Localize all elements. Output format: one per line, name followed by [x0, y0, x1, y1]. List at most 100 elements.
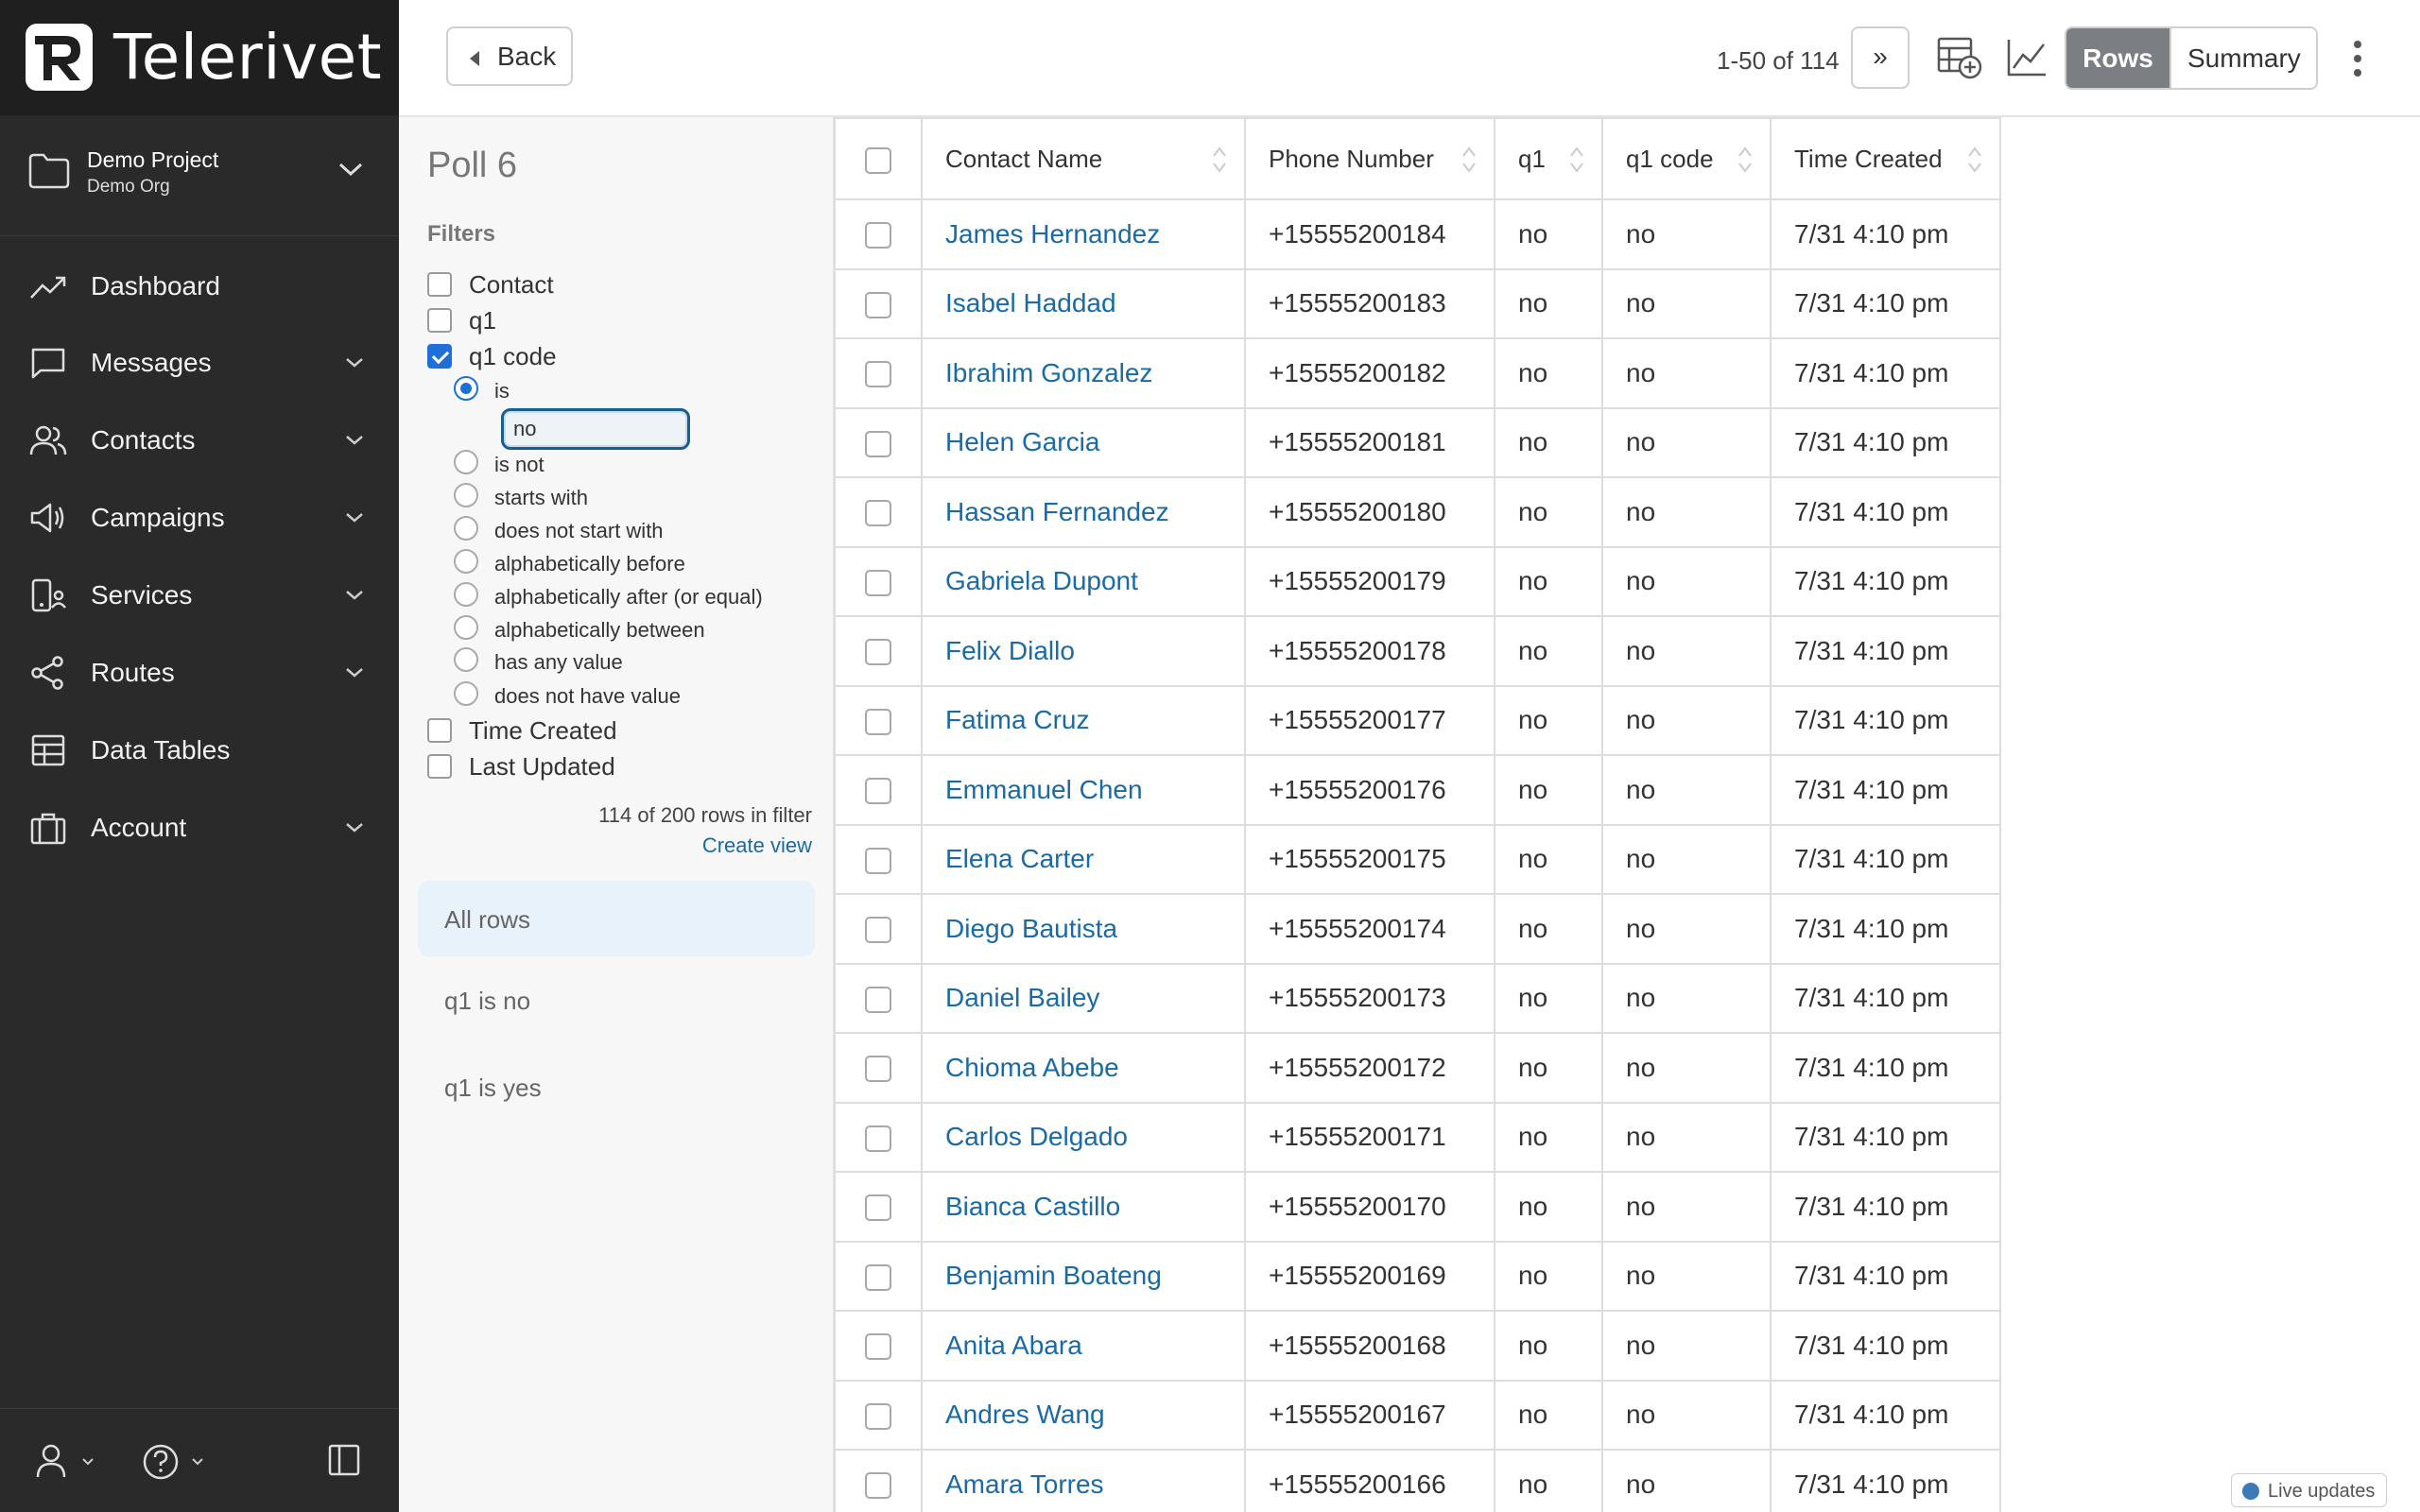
row-checkbox[interactable] — [865, 1402, 891, 1430]
table-row[interactable]: Benjamin Boateng +15555200169 no no 7/31 4:1… — [834, 1240, 2001, 1312]
view-all-rows[interactable]: All rows — [418, 881, 815, 956]
nav-contacts[interactable]: Contacts — [0, 407, 399, 473]
table-row[interactable]: James Hernandez +15555200184 no no 7/31 4:10… — [834, 198, 2001, 270]
rows-view-button[interactable]: Rows — [2066, 28, 2169, 88]
row-checkbox[interactable] — [865, 1194, 891, 1222]
checkbox-checked[interactable] — [427, 344, 452, 369]
row-checkbox[interactable] — [865, 708, 891, 735]
table-row[interactable]: Emmanuel Chen +15555200176 no no 7/31 4:10 p… — [834, 754, 2001, 826]
table-row[interactable]: Andres Wang +15555200167 no no 7/31 4:10 pm — [834, 1379, 2001, 1451]
radio[interactable] — [454, 516, 478, 541]
row-checkbox[interactable] — [865, 222, 891, 249]
nav-messages[interactable]: Messages — [0, 330, 399, 396]
radio[interactable] — [454, 681, 478, 706]
table-row[interactable]: Helen Garcia +15555200181 no no 7/31 4:10 pm — [834, 406, 2001, 478]
row-checkbox[interactable] — [865, 847, 891, 874]
row-checkbox[interactable] — [865, 1263, 891, 1291]
back-button[interactable]: Back — [446, 26, 573, 86]
more-vertical-icon[interactable] — [2352, 40, 2363, 77]
next-page-button[interactable]: » — [1851, 26, 1910, 89]
contact-name-link[interactable]: Bianca Castillo — [945, 1192, 1120, 1221]
create-view-link[interactable]: Create view — [702, 833, 812, 858]
select-all-checkbox[interactable] — [865, 146, 891, 174]
table-row[interactable]: Elena Carter +15555200175 no no 7/31 4:10 pm — [834, 823, 2001, 895]
row-checkbox[interactable] — [865, 1056, 891, 1083]
telerivet-logo-icon[interactable] — [26, 24, 93, 91]
table-row[interactable]: Diego Bautista +15555200174 no no 7/31 4:10 … — [834, 893, 2001, 965]
sort-icon[interactable] — [1461, 146, 1477, 174]
project-selector[interactable]: Demo Project Demo Org — [0, 115, 399, 236]
sidebar-toggle-icon[interactable] — [327, 1443, 361, 1477]
contact-name-link[interactable]: Carlos Delgado — [945, 1122, 1128, 1151]
row-checkbox[interactable] — [865, 361, 891, 388]
sort-icon[interactable] — [1967, 146, 1982, 174]
checkbox[interactable] — [427, 308, 452, 333]
column-header-phone-number[interactable]: Phone Number — [1244, 117, 1495, 200]
summary-view-button[interactable]: Summary — [2169, 28, 2316, 88]
row-checkbox[interactable] — [865, 778, 891, 805]
contact-name-link[interactable]: Felix Diallo — [945, 636, 1075, 665]
nav-campaigns[interactable]: Campaigns — [0, 485, 399, 551]
column-header-q1-code[interactable]: q1 code — [1601, 117, 1772, 200]
table-row[interactable]: Gabriela Dupont +15555200179 no no 7/31 4:10… — [834, 545, 2001, 617]
table-row[interactable]: Anita Abara +15555200168 no no 7/31 4:10 pm — [834, 1310, 2001, 1382]
table-row[interactable]: Hassan Fernandez +15555200180 no no 7/31 4:1… — [834, 476, 2001, 548]
nav-dashboard[interactable]: Dashboard — [0, 253, 399, 319]
nav-routes[interactable]: Routes — [0, 640, 399, 706]
chart-icon[interactable] — [2006, 38, 2048, 77]
live-updates-indicator[interactable]: Live updates — [2231, 1473, 2388, 1507]
radio[interactable] — [454, 450, 478, 474]
contact-name-link[interactable]: Benjamin Boateng — [945, 1261, 1162, 1290]
view-q1-is-yes[interactable]: q1 is yes — [418, 1049, 815, 1125]
row-checkbox[interactable] — [865, 569, 891, 596]
row-checkbox[interactable] — [865, 1472, 891, 1500]
row-checkbox[interactable] — [865, 291, 891, 318]
contact-name-link[interactable]: Fatima Cruz — [945, 705, 1089, 734]
contact-name-link[interactable]: James Hernandez — [945, 219, 1160, 249]
table-row[interactable]: Felix Diallo +15555200178 no no 7/31 4:10 pm — [834, 615, 2001, 687]
view-q1-is-no[interactable]: q1 is no — [418, 962, 815, 1038]
radio[interactable] — [454, 582, 478, 607]
contact-name-link[interactable]: Gabriela Dupont — [945, 566, 1138, 595]
column-header-q1[interactable]: q1 — [1494, 117, 1603, 200]
contact-name-link[interactable]: Helen Garcia — [945, 427, 1099, 456]
contact-name-link[interactable]: Elena Carter — [945, 844, 1094, 873]
help-icon[interactable] — [142, 1443, 214, 1481]
table-row[interactable]: Bianca Castillo +15555200170 no no 7/31 4:10… — [834, 1171, 2001, 1243]
contact-name-link[interactable]: Daniel Bailey — [945, 983, 1099, 1012]
user-menu-icon[interactable] — [34, 1443, 102, 1481]
radio[interactable] — [454, 615, 478, 640]
sort-icon[interactable] — [1569, 146, 1584, 174]
contact-name-link[interactable]: Ibrahim Gonzalez — [945, 358, 1152, 387]
table-row[interactable]: Ibrahim Gonzalez +15555200182 no no 7/31 4:1… — [834, 337, 2001, 409]
row-checkbox[interactable] — [865, 639, 891, 666]
row-checkbox[interactable] — [865, 1333, 891, 1361]
radio-selected[interactable] — [454, 376, 478, 401]
filter-value-input[interactable] — [501, 408, 690, 450]
checkbox[interactable] — [427, 718, 452, 743]
contact-name-link[interactable]: Hassan Fernandez — [945, 497, 1169, 526]
row-checkbox[interactable] — [865, 986, 891, 1013]
nav-services[interactable]: Services — [0, 562, 399, 628]
row-checkbox[interactable] — [865, 430, 891, 457]
contact-name-link[interactable]: Andres Wang — [945, 1400, 1105, 1429]
nav-account[interactable]: Account — [0, 795, 399, 861]
contact-name-link[interactable]: Chioma Abebe — [945, 1053, 1119, 1082]
radio[interactable] — [454, 549, 478, 574]
checkbox[interactable] — [427, 754, 452, 779]
radio[interactable] — [454, 647, 478, 672]
table-row[interactable]: Chioma Abebe +15555200172 no no 7/31 4:10 pm — [834, 1032, 2001, 1104]
row-checkbox[interactable] — [865, 917, 891, 944]
table-row[interactable]: Carlos Delgado +15555200171 no no 7/31 4:10 … — [834, 1101, 2001, 1173]
row-checkbox[interactable] — [865, 500, 891, 527]
radio[interactable] — [454, 483, 478, 507]
column-header-time-created[interactable]: Time Created — [1770, 117, 2001, 200]
checkbox[interactable] — [427, 272, 452, 297]
add-column-icon[interactable] — [1936, 36, 1983, 79]
contact-name-link[interactable]: Amara Torres — [945, 1469, 1104, 1499]
nav-data-tables[interactable]: Data Tables — [0, 717, 399, 783]
sort-icon[interactable] — [1212, 146, 1227, 174]
sort-icon[interactable] — [1737, 146, 1753, 174]
row-checkbox[interactable] — [865, 1125, 891, 1152]
contact-name-link[interactable]: Diego Bautista — [945, 914, 1117, 943]
